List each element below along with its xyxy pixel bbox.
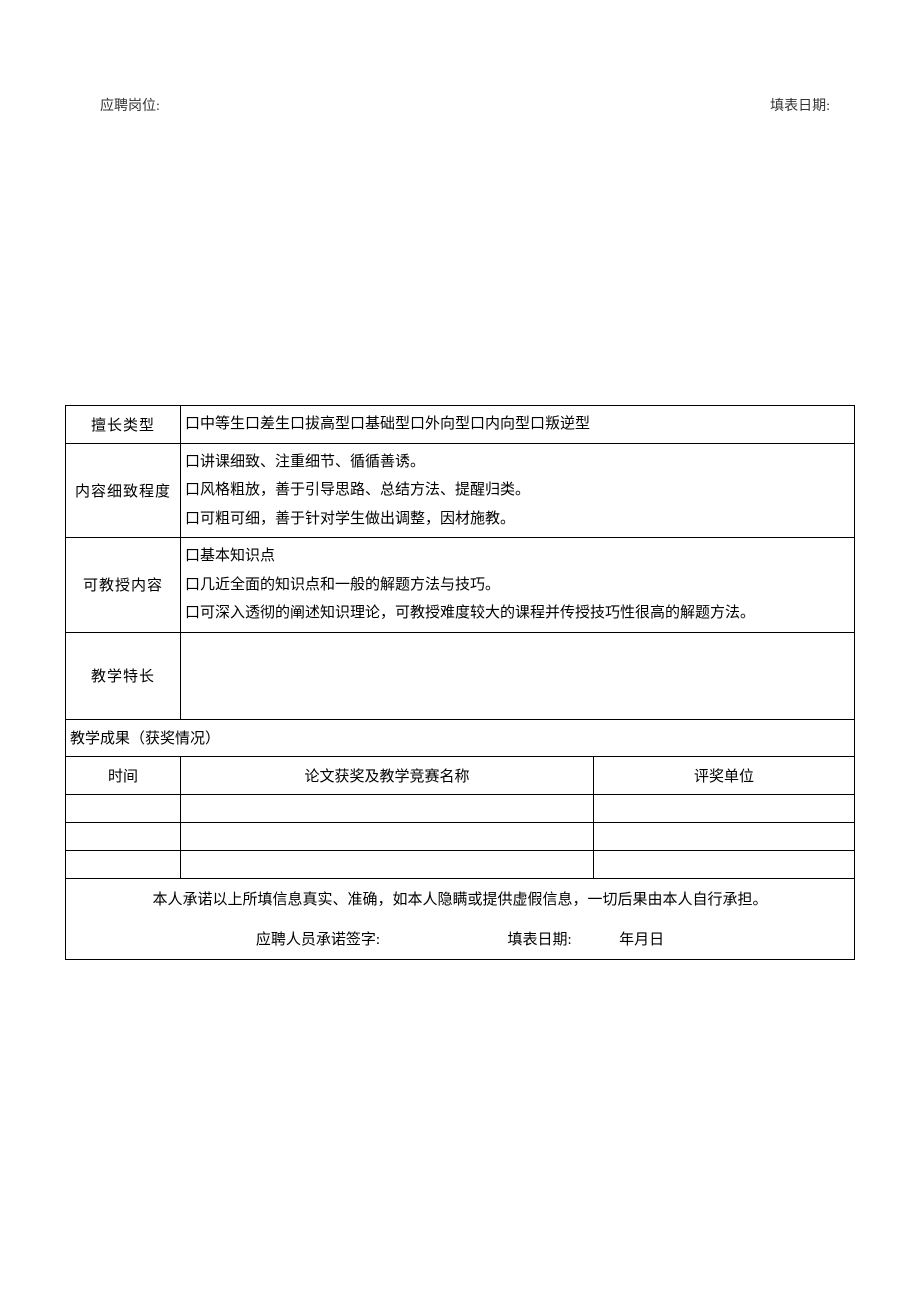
detail-level-option-3[interactable]: 口可粗可细，善于针对学生做出调整，因材施教。 [185,505,848,534]
achievement-name-3[interactable] [181,850,594,878]
teachable-option-2[interactable]: 口几近全面的知识点和一般的解题方法与技巧。 [185,571,848,600]
achievement-unit-1[interactable] [594,794,855,822]
row-achievements-header: 教学成果（获奖情况） [66,719,855,756]
declaration-text: 本人承诺以上所填信息真实、准确，如本人隐瞒或提供虚假信息，一切后果由本人自行承担… [66,878,855,919]
achievement-row-3 [66,850,855,878]
teachable-option-1[interactable]: 口基本知识点 [185,542,848,571]
row-specialty-type: 擅长类型 口中等生口差生口拔高型口基础型口外向型口内向型口叛逆型 [66,406,855,444]
label-teachable-content: 可教授内容 [66,538,181,633]
sign-date-value: 年月日 [619,928,664,949]
row-teaching-specialty: 教学特长 [66,632,855,719]
achievement-time-1[interactable] [66,794,181,822]
th-unit: 评奖单位 [594,756,855,794]
sign-date-label: 填表日期: [507,928,571,949]
label-detail-level: 内容细致程度 [66,443,181,538]
achievement-time-2[interactable] [66,822,181,850]
page: 应聘岗位: 填表日期: 擅长类型 口中等生口差生口拔高型口基础型口外向型口内向型… [0,0,920,960]
options-specialty-type[interactable]: 口中等生口差生口拔高型口基础型口外向型口内向型口叛逆型 [181,406,855,444]
row-teachable-content: 可教授内容 口基本知识点 口几近全面的知识点和一般的解题方法与技巧。 口可深入透… [66,538,855,633]
achievement-row-1 [66,794,855,822]
achievement-unit-2[interactable] [594,822,855,850]
row-declaration: 本人承诺以上所填信息真实、准确，如本人隐瞒或提供虚假信息，一切后果由本人自行承担… [66,878,855,919]
achievements-header: 教学成果（获奖情况） [66,719,855,756]
detail-level-option-2[interactable]: 口风格粗放，善于引导思路、总结方法、提醒归类。 [185,476,848,505]
signature-line: 应聘人员承诺签字: 填表日期: 年月日 [66,919,855,960]
row-detail-level: 内容细致程度 口讲课细致、注重细节、循循善诱。 口风格粗放，善于引导思路、总结方… [66,443,855,538]
achievement-name-1[interactable] [181,794,594,822]
fill-date-label: 填表日期: [770,95,830,115]
achievement-row-2 [66,822,855,850]
achievement-unit-3[interactable] [594,850,855,878]
row-signature: 应聘人员承诺签字: 填表日期: 年月日 [66,919,855,960]
form-header: 应聘岗位: 填表日期: [0,95,920,115]
achievement-name-2[interactable] [181,822,594,850]
sign-label: 应聘人员承诺签字: [256,928,380,949]
label-specialty-type: 擅长类型 [66,406,181,444]
th-name: 论文获奖及教学竞赛名称 [181,756,594,794]
position-label: 应聘岗位: [100,95,160,115]
main-table: 擅长类型 口中等生口差生口拔高型口基础型口外向型口内向型口叛逆型 内容细致程度 … [65,405,855,960]
label-teaching-specialty: 教学特长 [66,632,181,719]
detail-level-option-1[interactable]: 口讲课细致、注重细节、循循善诱。 [185,448,848,477]
teachable-option-3[interactable]: 口可深入透彻的阐述知识理论，可教授难度较大的课程并传授技巧性很高的解题方法。 [185,599,848,628]
achievement-time-3[interactable] [66,850,181,878]
row-achievements-columns: 时间 论文获奖及教学竞赛名称 评奖单位 [66,756,855,794]
th-time: 时间 [66,756,181,794]
teaching-specialty-value[interactable] [181,632,855,719]
options-detail-level[interactable]: 口讲课细致、注重细节、循循善诱。 口风格粗放，善于引导思路、总结方法、提醒归类。… [181,443,855,538]
options-teachable-content[interactable]: 口基本知识点 口几近全面的知识点和一般的解题方法与技巧。 口可深入透彻的阐述知识… [181,538,855,633]
